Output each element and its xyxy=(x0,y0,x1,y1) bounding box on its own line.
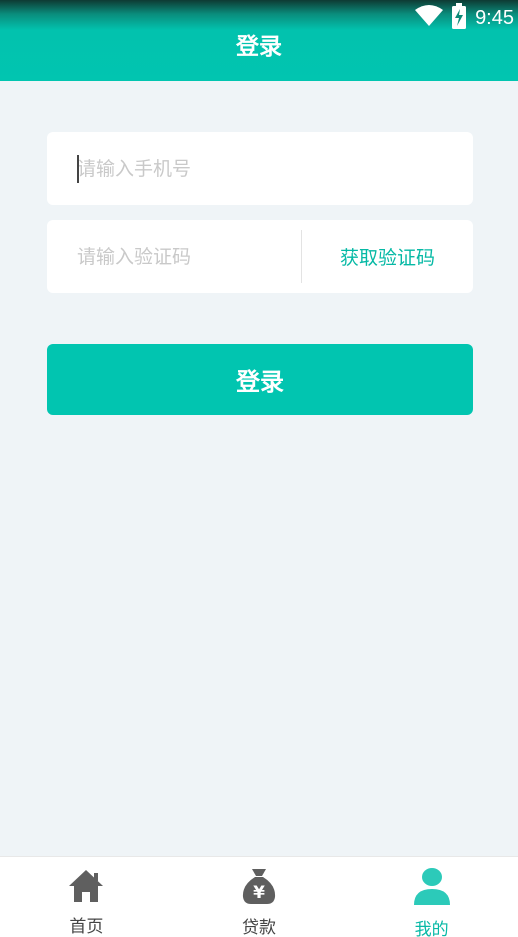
status-time: 9:45 xyxy=(475,6,514,29)
svg-text:¥: ¥ xyxy=(253,883,265,903)
phone-input[interactable] xyxy=(77,132,447,205)
nav-label-home: 首页 xyxy=(69,917,104,937)
code-field: 获取验证码 xyxy=(47,220,473,293)
verification-code-input[interactable] xyxy=(77,220,297,293)
bottom-nav: 首页 ¥ 贷款 我的 xyxy=(0,856,518,937)
text-caret xyxy=(77,155,79,183)
nav-item-loan[interactable]: ¥ 贷款 xyxy=(173,857,346,937)
login-button[interactable]: 登录 xyxy=(47,344,473,415)
nav-label-loan: 贷款 xyxy=(242,918,276,937)
nav-label-mine: 我的 xyxy=(414,920,449,937)
wifi-icon xyxy=(415,5,444,31)
page-title: 登录 xyxy=(236,34,282,60)
nav-item-home[interactable]: 首页 xyxy=(0,857,173,937)
home-icon xyxy=(66,867,106,904)
phone-field xyxy=(47,132,473,205)
app-header: 9:45 登录 xyxy=(0,0,518,81)
battery-charging-icon xyxy=(451,3,467,33)
get-code-button[interactable]: 获取验证码 xyxy=(302,220,473,293)
money-bag-icon: ¥ xyxy=(239,867,279,905)
status-bar: 9:45 xyxy=(415,3,514,33)
user-icon xyxy=(412,867,452,907)
nav-item-mine[interactable]: 我的 xyxy=(345,857,518,937)
